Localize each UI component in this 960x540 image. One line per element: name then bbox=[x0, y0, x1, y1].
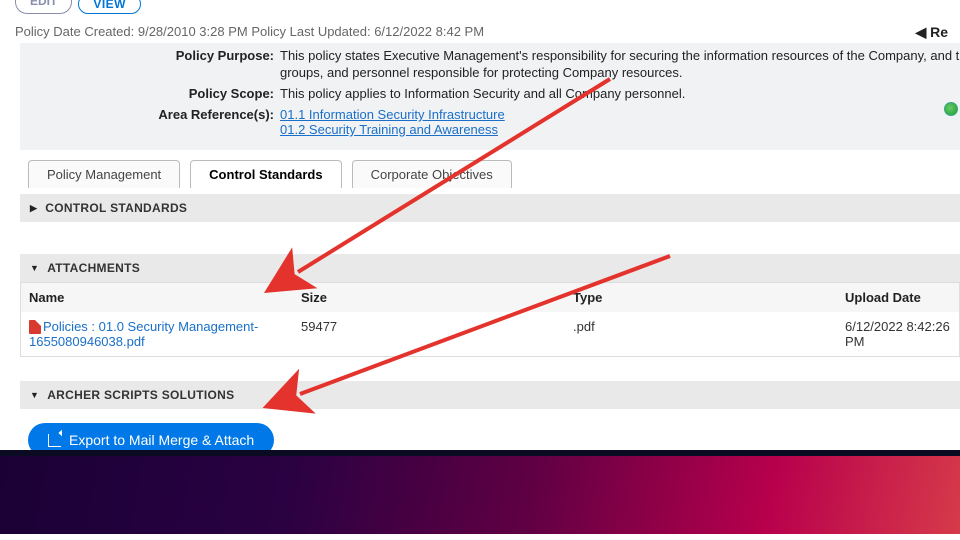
view-button[interactable]: VIEW bbox=[78, 0, 141, 14]
section-archer-scripts[interactable]: ▼ ARCHER SCRIPTS SOLUTIONS bbox=[20, 381, 960, 409]
policy-scope-value: This policy applies to Information Secur… bbox=[280, 86, 960, 101]
tab-policy-management[interactable]: Policy Management bbox=[28, 160, 180, 188]
table-row: Policies : 01.0 Security Management-1655… bbox=[21, 312, 959, 356]
area-ref-link-1[interactable]: 01.1 Information Security Infrastructure bbox=[280, 107, 505, 122]
section-attachments[interactable]: ▼ ATTACHMENTS bbox=[20, 254, 960, 282]
attachment-size: 59477 bbox=[293, 312, 565, 356]
tab-corporate-objectives[interactable]: Corporate Objectives bbox=[352, 160, 512, 188]
policy-scope-label: Policy Scope: bbox=[20, 86, 280, 101]
chevron-right-icon: ▶ bbox=[30, 203, 37, 214]
chevron-down-icon: ▼ bbox=[30, 263, 39, 273]
attachment-type: .pdf bbox=[565, 312, 837, 356]
policy-purpose-value: This policy states Executive Management'… bbox=[280, 48, 960, 63]
policy-dates: Policy Date Created: 9/28/2010 3:28 PM P… bbox=[0, 14, 960, 43]
section-control-standards[interactable]: ▶ CONTROL STANDARDS bbox=[20, 194, 960, 222]
attachments-table: Name Size Type Upload Date Policies : 01… bbox=[20, 282, 960, 357]
col-header-upload[interactable]: Upload Date bbox=[837, 283, 959, 312]
attachment-upload-date: 6/12/2022 8:42:26 PM bbox=[837, 312, 959, 356]
policy-purpose-label: Policy Purpose: bbox=[20, 48, 280, 63]
footer-gradient bbox=[0, 456, 960, 534]
col-header-name[interactable]: Name bbox=[21, 283, 293, 312]
export-icon bbox=[48, 434, 61, 447]
col-header-size[interactable]: Size bbox=[293, 283, 565, 312]
chevron-down-icon: ▼ bbox=[30, 390, 39, 400]
attachment-link[interactable]: Policies : 01.0 Security Management-1655… bbox=[29, 319, 258, 349]
area-reference-label: Area Reference(s): bbox=[20, 107, 280, 137]
tab-control-standards[interactable]: Control Standards bbox=[190, 160, 341, 188]
back-link[interactable]: ◀ Re bbox=[915, 24, 948, 41]
globe-icon[interactable] bbox=[944, 102, 958, 116]
pdf-icon bbox=[29, 320, 41, 334]
col-header-type[interactable]: Type bbox=[565, 283, 837, 312]
edit-button[interactable]: EDIT bbox=[15, 0, 72, 14]
policy-info-block: Policy Purpose: This policy states Execu… bbox=[20, 43, 960, 150]
area-ref-link-2[interactable]: 01.2 Security Training and Awareness bbox=[280, 122, 498, 137]
